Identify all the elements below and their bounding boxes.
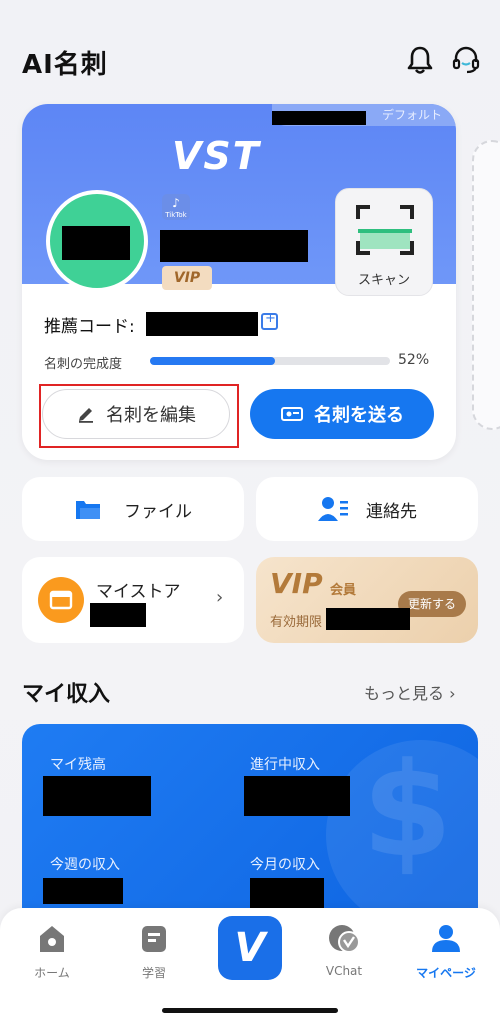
nav-mypage-label: マイページ [416, 966, 476, 980]
this-week-label: 今週の収入 [50, 857, 120, 873]
tiktok-icon: ♪ TikTok [162, 194, 190, 220]
nav-home[interactable]: ホーム [12, 920, 92, 980]
scan-button[interactable]: スキャン [335, 188, 433, 296]
dollar-icon: $ [362, 734, 453, 886]
redacted-in-progress [244, 776, 350, 816]
bottom-nav: ホーム 学習 V VChat マイページ [0, 908, 500, 1024]
vst-logo: VST [172, 134, 261, 178]
redacted-week-income [43, 878, 123, 904]
next-card-peek[interactable] [472, 140, 500, 430]
headset-icon[interactable] [450, 44, 482, 76]
my-store-label: マイストア [96, 582, 181, 602]
redacted-store-name [90, 603, 146, 627]
pencil-icon [79, 408, 93, 423]
more-link[interactable]: もっと見る › [364, 680, 456, 704]
my-store-tile[interactable]: マイストア › [22, 557, 244, 643]
edit-card-label: 名刺を編集 [106, 405, 196, 426]
redacted-avatar-text [62, 226, 130, 260]
file-label: ファイル [124, 502, 192, 522]
contacts-tile[interactable]: 連絡先 [256, 477, 478, 541]
vip-member-label: 会員 [330, 583, 357, 598]
nav-home-label: ホーム [34, 966, 70, 980]
vip-membership-tile[interactable]: VIP 会員 有効期限 更新する [256, 557, 478, 643]
redacted-balance [43, 776, 151, 816]
chat-icon [329, 925, 360, 953]
page-title: AI名刺 [22, 50, 108, 80]
file-tile[interactable]: ファイル [22, 477, 244, 541]
bell-icon[interactable] [404, 44, 436, 76]
in-progress-label: 進行中収入 [250, 757, 320, 773]
card-share-icon [281, 407, 303, 421]
nav-vchat[interactable]: VChat [304, 920, 384, 980]
completion-label: 名刺の完成度 [44, 357, 123, 372]
folder-icon [76, 501, 100, 519]
nav-mypage[interactable]: マイページ [406, 920, 486, 980]
home-icon [40, 926, 64, 952]
redacted-card-name [272, 111, 366, 125]
book-icon [142, 926, 166, 952]
redacted-expire-date [326, 608, 410, 630]
vip-expire-label: 有効期限 [270, 615, 323, 630]
redacted-user-name [160, 230, 308, 262]
redacted-referral-code [146, 312, 258, 336]
store-icon [38, 577, 84, 623]
completion-percent: 52% [398, 352, 430, 368]
nav-learn[interactable]: 学習 [114, 920, 194, 980]
this-month-label: 今月の収入 [250, 857, 320, 873]
edit-card-button[interactable]: 名刺を編集 [42, 389, 230, 439]
more-link-label: もっと見る [364, 684, 445, 703]
home-indicator [162, 1008, 338, 1013]
send-card-button[interactable]: 名刺を送る [250, 389, 434, 439]
balance-label: マイ残高 [50, 757, 106, 773]
completion-progress-bar [150, 357, 390, 365]
referral-label: 推薦コード: [44, 317, 135, 337]
vip-title: VIP [270, 567, 323, 600]
income-section-title: マイ収入 [22, 682, 111, 707]
scan-icon [356, 205, 414, 255]
completion-progress-fill [150, 357, 275, 365]
contacts-label: 連絡先 [366, 502, 417, 522]
scan-label: スキャン [357, 273, 410, 288]
contacts-icon [318, 497, 348, 521]
send-card-label: 名刺を送る [314, 405, 404, 426]
redacted-month-income [250, 878, 324, 908]
person-icon [432, 925, 460, 952]
nav-learn-label: 学習 [141, 966, 166, 980]
vip-badge: VIP [162, 266, 212, 290]
copy-icon[interactable] [261, 311, 278, 330]
chevron-right-icon: › [216, 587, 224, 608]
nav-center-v-button[interactable]: V [218, 916, 282, 980]
chevron-right-icon: › [449, 684, 456, 703]
nav-vchat-label: VChat [325, 964, 363, 978]
